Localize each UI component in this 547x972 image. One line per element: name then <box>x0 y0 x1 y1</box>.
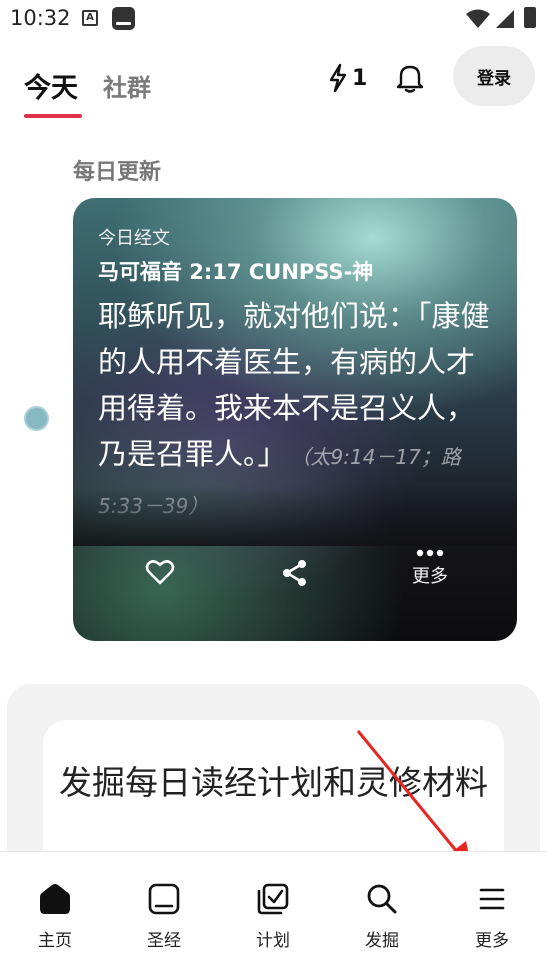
menu-icon <box>479 888 505 910</box>
share-icon <box>283 560 306 586</box>
signal-icon <box>496 10 514 28</box>
home-icon <box>40 884 70 914</box>
verse-label: 今日经文 <box>98 228 170 249</box>
nav-bible[interactable]: 圣经 <box>124 882 204 951</box>
nav-more-label: 更多 <box>475 931 509 951</box>
more-label: 更多 <box>412 566 448 587</box>
nav-home[interactable]: 主页 <box>15 882 95 951</box>
top-navigation: 今天 社群 1 登录 <box>0 46 547 122</box>
notification-a-icon: A <box>82 10 98 26</box>
nav-bible-label: 圣经 <box>147 931 181 951</box>
streak-count: 1 <box>352 65 368 91</box>
nav-plans-label: 计划 <box>256 931 290 951</box>
nav-plans[interactable]: 计划 <box>233 882 313 951</box>
bottom-navigation: 主页 圣经 计划 发掘 更多 <box>0 851 547 972</box>
section-title: 每日更新 <box>73 160 162 185</box>
bible-icon <box>148 883 180 915</box>
bell-icon[interactable] <box>395 62 425 94</box>
wifi-icon <box>466 9 490 28</box>
active-tab-indicator <box>24 114 82 118</box>
timeline-dot <box>24 406 49 431</box>
plan-icon <box>257 883 289 915</box>
login-button[interactable]: 登录 <box>453 46 535 106</box>
dots-icon <box>416 549 444 557</box>
verse-of-the-day-card[interactable]: 今日经文 马可福音 2:17 CUNPSS-神 耶稣听见，就对他们说：「康健的人… <box>73 198 517 641</box>
status-time: 10:32 <box>10 6 71 30</box>
search-icon <box>367 884 397 914</box>
streak-button[interactable]: 1 <box>328 62 367 94</box>
more-button[interactable]: 更多 <box>403 548 457 588</box>
status-bar: 10:32 A <box>0 0 547 38</box>
heart-icon <box>145 560 175 585</box>
nav-home-label: 主页 <box>38 931 72 951</box>
battery-icon <box>524 7 536 28</box>
nav-discover[interactable]: 发掘 <box>342 882 422 951</box>
tab-community[interactable]: 社群 <box>103 68 151 103</box>
notification-app-icon <box>112 7 135 30</box>
verse-fade-overlay <box>73 486 517 546</box>
nav-more[interactable]: 更多 <box>452 882 532 951</box>
like-button[interactable] <box>145 558 175 586</box>
nav-discover-label: 发掘 <box>365 931 399 951</box>
lightning-icon <box>329 63 347 93</box>
tab-today[interactable]: 今天 <box>24 66 78 105</box>
share-button[interactable] <box>281 558 309 588</box>
verse-reference: 马可福音 2:17 CUNPSS-神 <box>98 260 374 284</box>
